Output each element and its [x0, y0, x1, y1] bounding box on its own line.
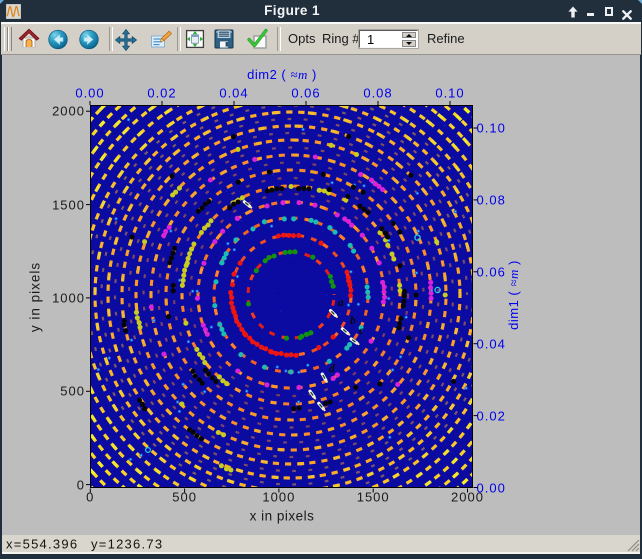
svg-text:c: c: [359, 325, 364, 337]
svg-text:b: b: [350, 315, 356, 327]
svg-text:d: d: [329, 363, 335, 375]
svg-text:a: a: [338, 297, 344, 309]
